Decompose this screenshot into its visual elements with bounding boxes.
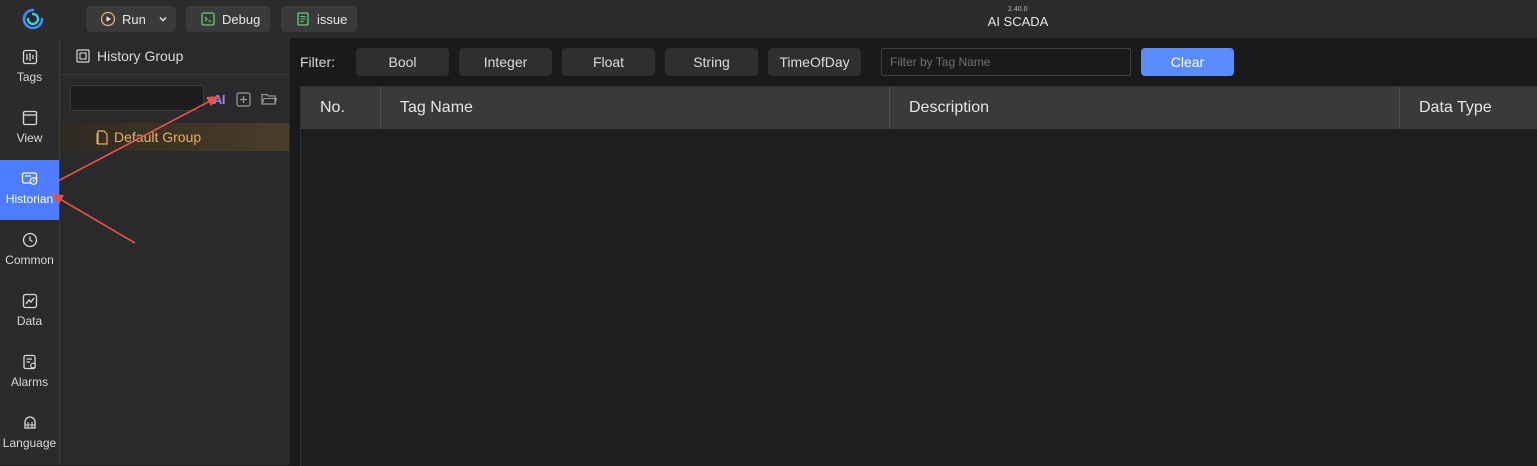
nav-item-historian[interactable]: Historian <box>0 160 59 220</box>
nav-item-common[interactable]: Common <box>0 221 59 281</box>
run-dropdown-button[interactable] <box>149 6 176 32</box>
column-header-tag-name[interactable]: Tag Name <box>381 87 890 129</box>
debug-icon <box>201 12 215 26</box>
debug-label: Debug <box>222 11 261 27</box>
debug-button[interactable]: Debug <box>186 6 270 32</box>
tags-icon <box>22 49 37 65</box>
nav-label-view: View <box>16 131 43 145</box>
run-button[interactable]: Run <box>86 6 176 32</box>
nav-label-tags: Tags <box>16 70 43 84</box>
nav-item-data[interactable]: Data <box>0 282 59 342</box>
tag-name-filter-input[interactable] <box>881 48 1131 76</box>
group-search-input[interactable] <box>70 85 204 111</box>
add-group-button[interactable] <box>234 90 252 108</box>
view-icon <box>22 110 37 126</box>
issue-button[interactable]: issue <box>281 6 357 32</box>
nav-item-tags[interactable]: Tags <box>0 38 59 98</box>
alarms-icon <box>22 354 36 370</box>
nav-label-common: Common <box>5 253 54 267</box>
ai-icon[interactable]: AI <box>210 90 228 108</box>
folder-icon <box>261 93 277 105</box>
column-header-no[interactable]: No. <box>301 87 381 129</box>
group-item-label: Default Group <box>114 129 202 145</box>
main-content: Filter: Bool Integer Float String TimeOf… <box>290 38 1537 466</box>
filter-integer-button[interactable]: Integer <box>459 48 552 76</box>
nav-item-view[interactable]: View <box>0 99 59 159</box>
left-nav: Tags View Historian Common Data Alarms L… <box>0 38 60 465</box>
file-icon <box>96 129 108 145</box>
nav-label-alarms: Alarms <box>10 375 49 389</box>
tags-table: No. Tag Name Description Data Type <box>300 86 1537 466</box>
filter-timeofday-button[interactable]: TimeOfDay <box>768 48 861 76</box>
table-header: No. Tag Name Description Data Type <box>301 87 1537 129</box>
historian-icon <box>21 172 37 185</box>
chevron-down-icon <box>159 17 166 22</box>
issue-icon <box>297 12 309 26</box>
history-group-title: History Group <box>97 48 184 64</box>
filter-float-button[interactable]: Float <box>562 48 655 76</box>
play-icon <box>100 11 116 27</box>
top-bar: Run Debug issue 2.40.0 AI SCADA <box>0 0 1537 38</box>
column-header-description[interactable]: Description <box>890 87 1400 129</box>
history-group-icon <box>76 49 90 63</box>
nav-item-language[interactable]: Language <box>0 404 59 464</box>
clear-button[interactable]: Clear <box>1141 48 1234 76</box>
run-label: Run <box>122 11 146 27</box>
app-version: 2.40.0 <box>1008 6 1028 13</box>
filter-label: Filter: <box>300 54 335 70</box>
column-header-data-type[interactable]: Data Type <box>1400 87 1537 129</box>
open-folder-button[interactable] <box>260 90 278 108</box>
filter-bool-button[interactable]: Bool <box>356 48 449 76</box>
add-icon <box>235 91 251 107</box>
nav-label-historian: Historian <box>5 192 54 206</box>
nav-label-language: Language <box>2 436 57 450</box>
history-group-panel: History Group AI Default Group <box>60 38 289 465</box>
issue-label: issue <box>317 11 348 27</box>
group-item-default[interactable]: Default Group <box>60 123 289 151</box>
language-icon <box>23 416 36 429</box>
history-group-header: History Group <box>60 38 289 75</box>
common-icon <box>22 232 37 248</box>
data-icon <box>22 293 37 309</box>
nav-item-alarms[interactable]: Alarms <box>0 343 59 403</box>
app-logo <box>22 8 44 30</box>
filter-string-button[interactable]: String <box>665 48 758 76</box>
nav-label-data: Data <box>16 314 43 328</box>
